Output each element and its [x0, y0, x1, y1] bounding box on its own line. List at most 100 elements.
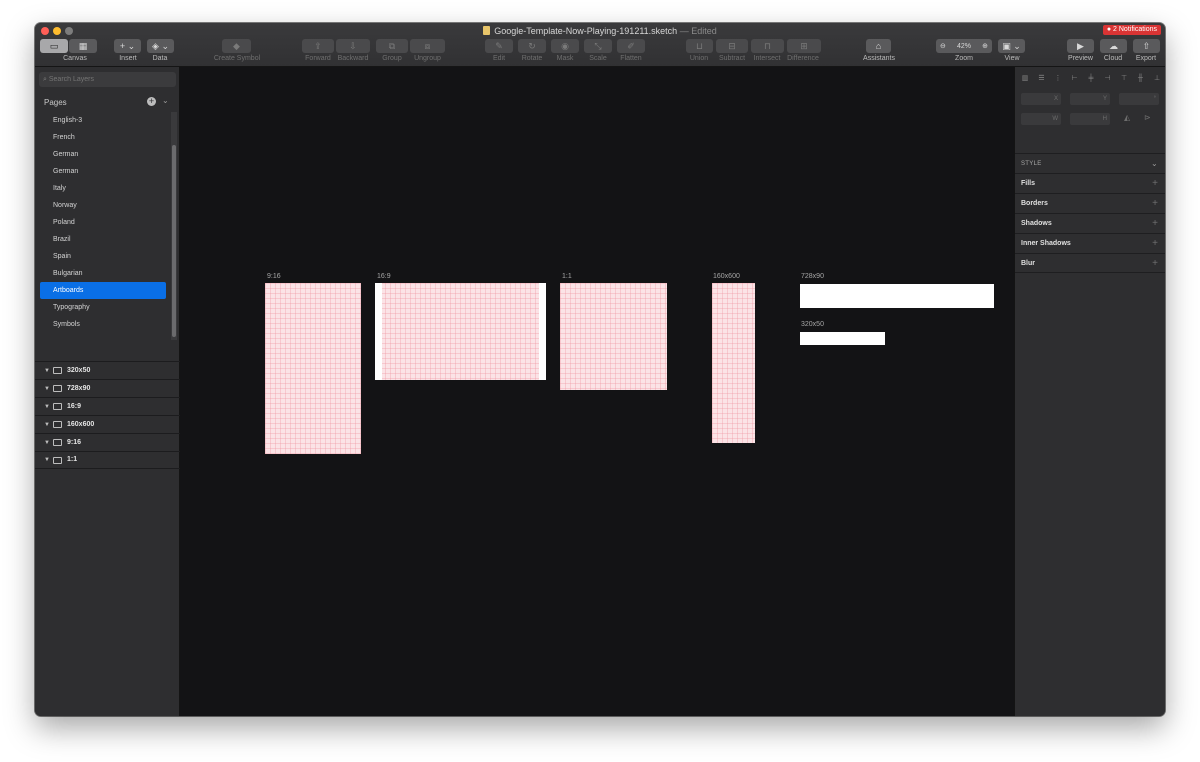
rotation-field[interactable]: ° — [1119, 93, 1159, 105]
align-left-icon[interactable]: ⊢ — [1071, 75, 1079, 83]
preview-button[interactable]: ▶ — [1067, 39, 1094, 53]
page-item[interactable]: German — [40, 146, 166, 163]
disclosure-triangle-icon[interactable]: ▼ — [44, 362, 52, 380]
forward-button[interactable]: ⇪ — [302, 39, 334, 53]
canvas-view-button[interactable]: ▭ — [40, 39, 68, 53]
height-field[interactable]: H — [1070, 113, 1110, 125]
view-label: View — [1004, 55, 1020, 62]
data-button[interactable]: ◈ ⌄ — [147, 39, 174, 53]
view-button[interactable]: ▣ ⌄ — [998, 39, 1025, 53]
edit-button[interactable]: ✎ — [485, 39, 513, 53]
add-page-icon[interactable]: + — [147, 97, 156, 106]
page-item[interactable]: Spain — [40, 248, 166, 265]
add-blur-icon[interactable]: + — [1152, 254, 1158, 274]
artboard-1-1[interactable] — [560, 283, 667, 390]
layer-item[interactable]: ▼ 728x90 — [35, 379, 180, 397]
disclosure-triangle-icon[interactable]: ▼ — [44, 451, 52, 469]
artboard-label[interactable]: 728x90 — [801, 273, 824, 280]
add-inner-shadow-icon[interactable]: + — [1152, 234, 1158, 254]
page-item[interactable]: Norway — [40, 197, 166, 214]
more-options-icon[interactable]: ⋮ — [1054, 75, 1062, 83]
artboard-728x90[interactable] — [800, 284, 994, 308]
align-bottom-icon[interactable]: ⊥ — [1153, 75, 1161, 83]
search-input[interactable] — [48, 76, 159, 83]
artboard-label[interactable]: 160x600 — [713, 273, 740, 280]
artboard-label[interactable]: 16:9 — [377, 273, 391, 280]
layer-item[interactable]: ▼ 1:1 — [35, 451, 180, 469]
page-item[interactable]: Symbols — [40, 316, 166, 333]
union-button[interactable]: ⊔ — [686, 39, 713, 53]
disclosure-triangle-icon[interactable]: ▼ — [44, 416, 52, 434]
fills-section[interactable]: Fills + — [1015, 173, 1165, 193]
canvas[interactable]: 9:16 16:9 1:1 160x600 728x90 320x50 — [180, 67, 1014, 716]
align-middle-icon[interactable]: ╫ — [1137, 75, 1145, 83]
group-button[interactable]: ⧉ — [376, 39, 408, 53]
chevron-down-icon[interactable]: ⌄ — [1151, 154, 1158, 174]
blur-section[interactable]: Blur + — [1015, 253, 1165, 273]
style-section-header[interactable]: STYLE ⌄ — [1015, 153, 1165, 173]
mask-button[interactable]: ◉ — [551, 39, 579, 53]
pages-scrollbar[interactable] — [171, 112, 177, 340]
x-field[interactable]: X — [1021, 93, 1061, 105]
flip-horizontal-icon[interactable]: ◭ — [1124, 113, 1130, 122]
artboard-16-9[interactable] — [375, 283, 546, 380]
rotate-button[interactable]: ↻ — [518, 39, 546, 53]
notifications-badge[interactable]: ● 2 Notifications — [1102, 25, 1161, 35]
shadows-section[interactable]: Shadows + — [1015, 213, 1165, 233]
search-layers-field[interactable]: ⌕ — [39, 72, 176, 87]
assistants-button[interactable]: ⌂ — [866, 39, 891, 53]
add-fill-icon[interactable]: + — [1152, 174, 1158, 194]
subtract-button[interactable]: ⊟ — [716, 39, 748, 53]
y-field[interactable]: Y — [1070, 93, 1110, 105]
width-field[interactable]: W — [1021, 113, 1061, 125]
ungroup-button[interactable]: ⧈ — [410, 39, 445, 53]
page-item[interactable]: English-3 — [40, 112, 166, 129]
scale-button[interactable]: ⤡ — [584, 39, 612, 53]
page-item[interactable]: French — [40, 129, 166, 146]
page-item-selected[interactable]: Artboards — [40, 282, 166, 299]
layer-item[interactable]: ▼ 9:16 — [35, 433, 180, 451]
artboard-160x600[interactable] — [712, 283, 755, 443]
page-item[interactable]: Italy — [40, 180, 166, 197]
chevron-down-icon[interactable]: ⌄ — [162, 96, 169, 105]
distribute-vertical-icon[interactable]: ☰ — [1038, 75, 1046, 83]
page-item[interactable]: Poland — [40, 214, 166, 231]
zoom-in-icon[interactable]: ⊕ — [982, 42, 988, 50]
align-right-icon[interactable]: ⊣ — [1104, 75, 1112, 83]
page-item[interactable]: Typography — [40, 299, 166, 316]
artboard-label[interactable]: 9:16 — [267, 273, 281, 280]
borders-section[interactable]: Borders + — [1015, 193, 1165, 213]
artboard-label[interactable]: 1:1 — [562, 273, 572, 280]
cloud-button[interactable]: ☁ — [1100, 39, 1127, 53]
scrollbar-thumb[interactable] — [172, 145, 176, 337]
zoom-control[interactable]: ⊖ 42% ⊕ — [936, 39, 992, 53]
distribute-horizontal-icon[interactable]: ▥ — [1021, 75, 1029, 83]
create-symbol-button[interactable]: ◆ — [222, 39, 251, 53]
inner-shadows-section[interactable]: Inner Shadows + — [1015, 233, 1165, 253]
difference-button[interactable]: ⊞ — [787, 39, 821, 53]
page-item[interactable]: German — [40, 163, 166, 180]
align-top-icon[interactable]: ⊤ — [1120, 75, 1128, 83]
layer-item[interactable]: ▼ 320x50 — [35, 361, 180, 379]
disclosure-triangle-icon[interactable]: ▼ — [44, 380, 52, 398]
intersect-button[interactable]: ⊓ — [751, 39, 784, 53]
artboard-9-16[interactable] — [265, 283, 361, 454]
add-shadow-icon[interactable]: + — [1152, 214, 1158, 234]
artboard-320x50[interactable] — [800, 332, 885, 345]
add-border-icon[interactable]: + — [1152, 194, 1158, 214]
align-center-icon[interactable]: ╪ — [1087, 75, 1095, 83]
flip-vertical-icon[interactable]: ⊳ — [1144, 113, 1151, 122]
page-item[interactable]: Brazil — [40, 231, 166, 248]
insert-button[interactable]: + ⌄ — [114, 39, 141, 53]
layer-item[interactable]: ▼ 160x600 — [35, 415, 180, 433]
layer-item[interactable]: ▼ 16:9 — [35, 397, 180, 415]
disclosure-triangle-icon[interactable]: ▼ — [44, 434, 52, 452]
zoom-out-icon[interactable]: ⊖ — [940, 42, 946, 50]
disclosure-triangle-icon[interactable]: ▼ — [44, 398, 52, 416]
backward-button[interactable]: ⇩ — [336, 39, 370, 53]
grid-view-button[interactable]: ▦ — [69, 39, 97, 53]
flatten-button[interactable]: ✐ — [617, 39, 645, 53]
export-button[interactable]: ⇧ — [1133, 39, 1160, 53]
artboard-label[interactable]: 320x50 — [801, 321, 824, 328]
page-item[interactable]: Bulgarian — [40, 265, 166, 282]
